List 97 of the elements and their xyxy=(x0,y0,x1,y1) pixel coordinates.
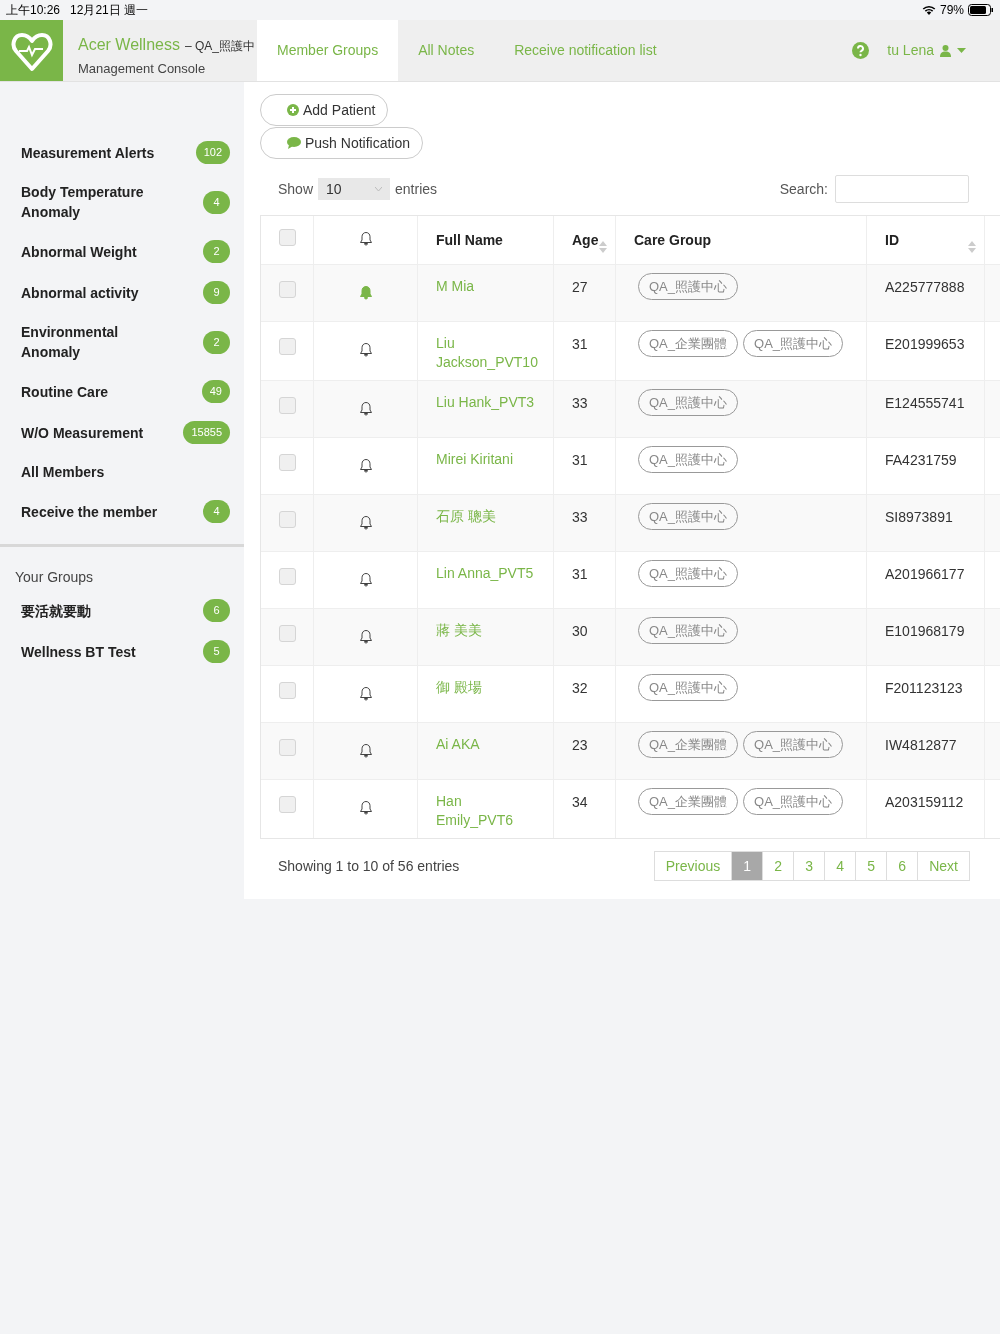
row-checkbox[interactable] xyxy=(278,338,296,355)
table-info: Showing 1 to 10 of 56 entries xyxy=(278,856,460,876)
app-subtitle: Management Console xyxy=(78,60,207,78)
id-cell: A201966177 xyxy=(885,566,965,582)
age-cell: 33 xyxy=(572,509,588,525)
bell-icon xyxy=(358,231,373,246)
page-button[interactable]: 1 xyxy=(732,852,764,880)
sidebar-item[interactable]: Routine Care xyxy=(21,381,161,402)
sidebar-item[interactable]: Abnormal activity xyxy=(21,282,161,303)
sidebar-item[interactable]: Receive the member xyxy=(21,501,161,522)
sidebar-item[interactable]: Measurement Alerts xyxy=(21,142,161,163)
member-name-link[interactable]: Mirei Kiritani xyxy=(436,450,535,469)
count-badge: 2 xyxy=(203,240,230,263)
count-badge: 9 xyxy=(203,281,230,304)
sort-icon[interactable] xyxy=(968,241,976,253)
row-checkbox[interactable] xyxy=(278,625,296,642)
count-badge: 4 xyxy=(203,190,230,214)
search-field[interactable] xyxy=(835,175,969,203)
caret-icon xyxy=(957,48,966,53)
id-cell: IW4812877 xyxy=(885,737,957,753)
entries-select[interactable]: 10 xyxy=(318,178,391,200)
row-checkbox[interactable] xyxy=(278,397,296,414)
battery-percent: 79% xyxy=(939,2,964,19)
age-cell: 32 xyxy=(572,680,588,696)
sidebar-item[interactable]: W/O Measurement xyxy=(21,422,161,443)
group-title: – QA_照護中 xyxy=(184,38,255,55)
member-name-link[interactable]: Han Emily_PVT6 xyxy=(436,792,535,830)
row-checkbox[interactable] xyxy=(278,682,296,699)
member-name-link[interactable]: 蔣 美美 xyxy=(436,621,535,640)
section-title: Your Groups xyxy=(14,568,95,587)
member-name-link[interactable]: 御 殿場 xyxy=(436,678,535,697)
sort-icon[interactable] xyxy=(599,241,607,253)
app-title: Acer Wellness xyxy=(78,35,180,55)
row-checkbox[interactable] xyxy=(278,511,296,528)
member-name-link[interactable]: Ai AKA xyxy=(436,735,535,754)
push-notification-button[interactable]: Push Notification xyxy=(260,127,424,159)
id-cell: FA4231759 xyxy=(885,452,957,468)
search-label: Search: xyxy=(779,179,828,199)
sidebar-item[interactable]: 要活就要動 xyxy=(21,600,161,621)
column-header[interactable]: Care Group xyxy=(634,229,711,251)
user-icon xyxy=(940,44,951,57)
help-icon[interactable] xyxy=(852,42,870,59)
chevron-icon xyxy=(375,186,383,192)
count-badge: 6 xyxy=(203,599,230,622)
row-checkbox[interactable] xyxy=(278,739,296,756)
count-badge: 2 xyxy=(203,330,230,354)
nav-tab[interactable]: Receive notification list xyxy=(494,20,677,81)
member-name-link[interactable]: Liu Hank_PVT3 xyxy=(436,393,535,412)
id-cell: E201999653 xyxy=(885,336,965,352)
count-badge: 49 xyxy=(201,380,230,403)
column-header[interactable]: ID xyxy=(885,229,899,251)
sidebar-item[interactable]: Environmental Anomaly xyxy=(21,322,161,362)
id-cell: A225777888 xyxy=(885,279,965,295)
wifi-icon xyxy=(921,5,936,15)
sidebar-item[interactable]: Wellness BT Test xyxy=(21,641,161,662)
id-cell: SI8973891 xyxy=(885,509,953,525)
member-name-link[interactable]: 石原 聰美 xyxy=(436,507,535,526)
age-cell: 31 xyxy=(572,452,588,468)
nav-tab[interactable]: All Notes xyxy=(398,20,495,81)
row-checkbox[interactable] xyxy=(278,229,296,246)
age-cell: 34 xyxy=(572,794,588,810)
member-name-link[interactable]: M Mia xyxy=(436,277,535,296)
sidebar-item[interactable]: Abnormal Weight xyxy=(21,241,161,262)
row-checkbox[interactable] xyxy=(278,796,296,813)
status-time: 上午10:26 xyxy=(6,2,61,19)
speech-bubble-icon xyxy=(287,137,301,149)
count-badge: 15855 xyxy=(183,421,230,444)
row-checkbox[interactable] xyxy=(278,281,296,298)
age-cell: 30 xyxy=(572,623,588,639)
plus-circle-icon xyxy=(287,104,299,116)
age-cell: 33 xyxy=(572,395,588,411)
id-cell: A203159112 xyxy=(885,794,964,810)
age-cell: 31 xyxy=(572,336,588,352)
battery-icon xyxy=(968,4,994,16)
status-date: 12月21日 週一 xyxy=(70,2,149,19)
row-checkbox[interactable] xyxy=(278,454,296,471)
column-header[interactable]: Age xyxy=(572,229,599,251)
age-cell: 31 xyxy=(572,566,588,582)
id-cell: F201123123 xyxy=(885,680,963,696)
sidebar-item[interactable]: All Members xyxy=(21,462,161,482)
member-name-link[interactable]: Lin Anna_PVT5 xyxy=(436,564,535,583)
id-cell: E124555741 xyxy=(885,395,965,411)
column-header[interactable]: Full Name xyxy=(436,229,503,251)
add-patient-button[interactable]: Add Patient xyxy=(260,94,389,126)
age-cell: 23 xyxy=(572,737,588,753)
count-badge: 5 xyxy=(203,640,230,663)
count-badge: 4 xyxy=(203,500,230,523)
sidebar-item[interactable]: Body Temperature Anomaly xyxy=(21,182,161,222)
count-badge: 102 xyxy=(195,141,230,164)
user-menu[interactable]: tu Lena xyxy=(887,40,966,61)
id-cell: E101968179 xyxy=(885,623,965,639)
nav-tab[interactable]: Member Groups xyxy=(257,20,399,81)
show-label: Show xyxy=(278,179,314,199)
entries-label: entries xyxy=(395,179,438,199)
age-cell: 27 xyxy=(572,279,588,295)
row-checkbox[interactable] xyxy=(278,568,296,585)
next-button[interactable]: Next xyxy=(918,852,969,880)
